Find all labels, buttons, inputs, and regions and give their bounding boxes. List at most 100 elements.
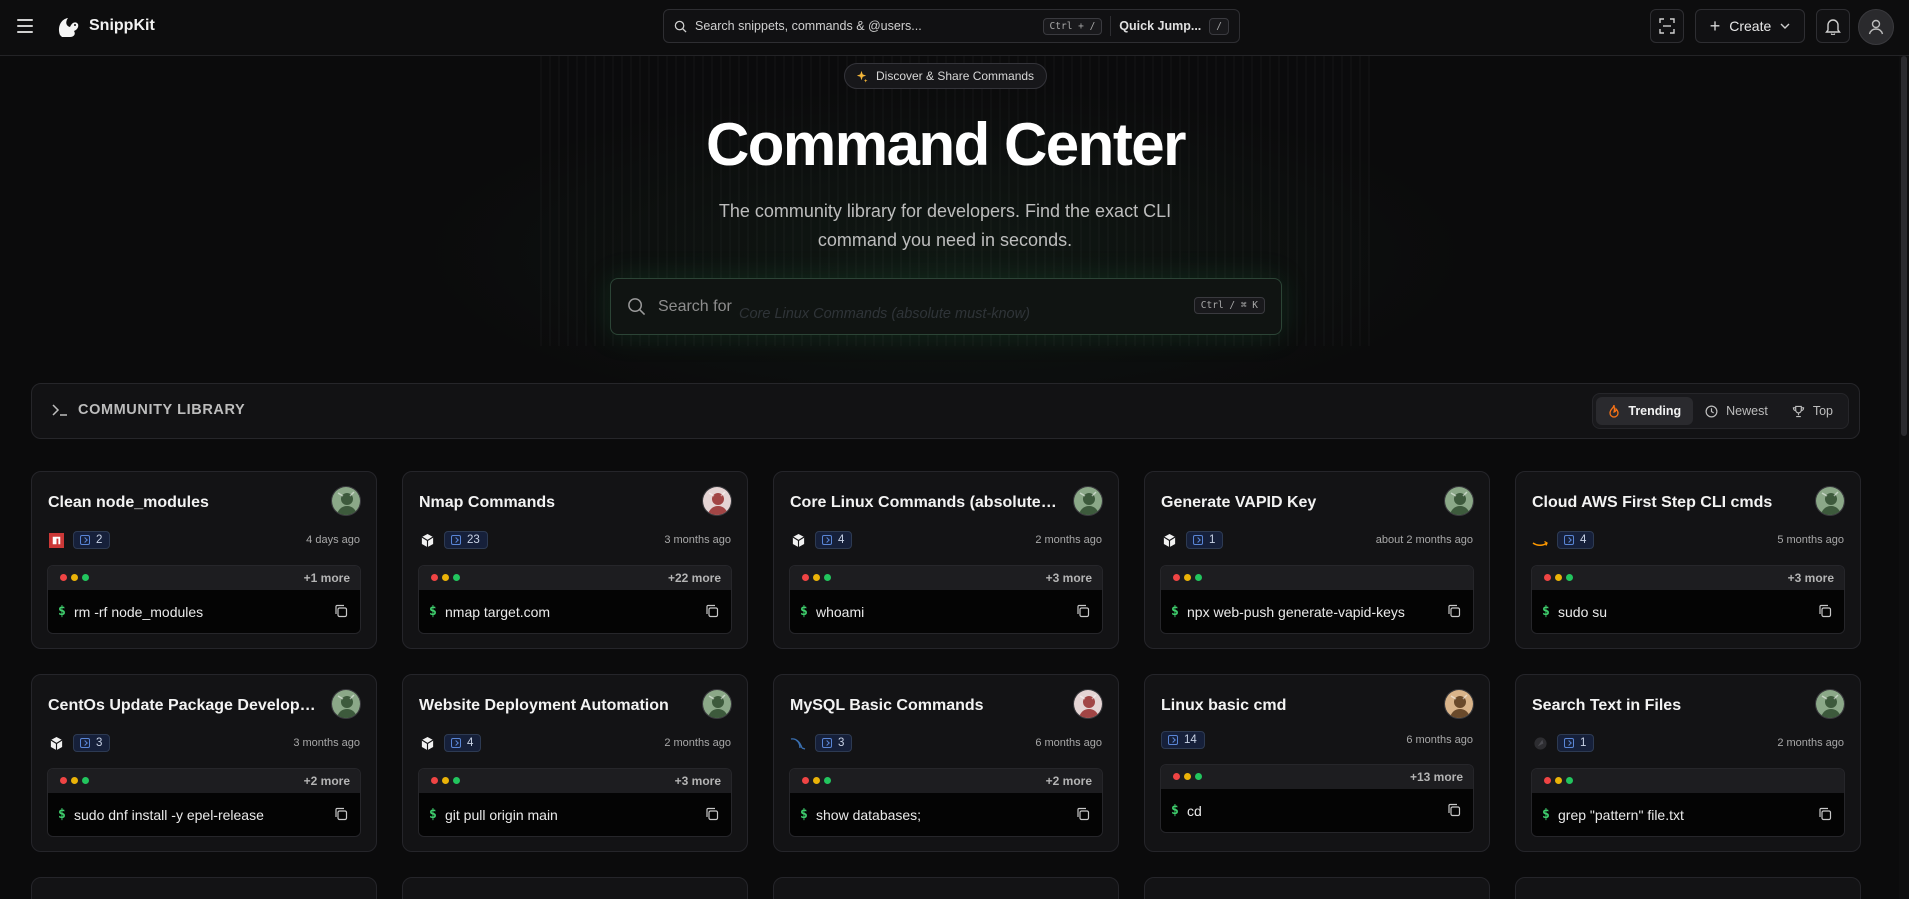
create-button[interactable]: + Create (1695, 9, 1805, 43)
author-avatar[interactable] (702, 689, 732, 719)
green-dot-icon (1195, 773, 1202, 780)
command-text: nmap target.com (445, 604, 551, 620)
snippet-card-title[interactable]: CentOs Update Package Developme... (48, 697, 318, 715)
snippet-card[interactable]: Clean node_modules 2 4 days ago +1 more … (31, 471, 377, 649)
red-dot-icon (802, 777, 809, 784)
command-text: whoami (816, 604, 865, 620)
author-avatar[interactable] (1815, 689, 1845, 719)
hero-title: Command Center (705, 111, 1187, 178)
copy-icon[interactable] (705, 604, 719, 618)
yellow-dot-icon (813, 574, 820, 581)
snippet-card-title[interactable]: Generate VAPID Key (1161, 494, 1431, 512)
command-count-badge: 4 (815, 531, 853, 549)
snippet-card[interactable]: Linux basic cmd 14 6 months ago +13 more… (1144, 674, 1490, 852)
hero-search-input[interactable]: Search for Core Linux Commands (absolute… (610, 278, 1282, 335)
snippet-card-title[interactable]: Linux basic cmd (1161, 697, 1431, 715)
terminal-titlebar: +13 more (1161, 765, 1473, 789)
yellow-dot-icon (71, 574, 78, 581)
author-avatar[interactable] (702, 486, 732, 516)
aws-icon (1532, 532, 1548, 548)
snippet-card[interactable]: MySQL Basic Commands 3 6 months ago +2 m… (773, 674, 1119, 852)
chevron-down-icon (1780, 23, 1790, 29)
snippet-card-meta: 1 (1161, 531, 1224, 549)
command-count: 2 (96, 534, 103, 546)
sort-top-button[interactable]: Top (1780, 397, 1845, 425)
command-text: rm -rf node_modules (74, 604, 204, 620)
command-count: 23 (467, 534, 480, 546)
author-avatar[interactable] (1073, 689, 1103, 719)
snippet-card[interactable]: Nmap Commands 23 3 months ago +22 more $… (402, 471, 748, 649)
community-library-bar: COMMUNITY LIBRARY Trending Newest Top (31, 383, 1860, 439)
author-avatar[interactable] (1444, 689, 1474, 719)
snippet-card[interactable]: Core Linux Commands (absolute mu... 4 2 … (773, 471, 1119, 649)
more-commands-count: +1 more (303, 571, 350, 585)
snippet-card-title[interactable]: Cloud AWS First Step CLI cmds (1532, 494, 1802, 512)
brand-logo-link[interactable]: SnippKit (55, 13, 155, 39)
window-dots (1173, 574, 1202, 581)
snippet-card[interactable]: Website Deployment Automation 4 2 months… (402, 674, 748, 852)
copy-icon[interactable] (1076, 807, 1090, 821)
snippet-card-title[interactable]: Clean node_modules (48, 494, 318, 512)
snippet-time: 6 months ago (1035, 737, 1102, 749)
snippet-card-title[interactable]: Nmap Commands (419, 494, 689, 512)
sparkles-icon (856, 70, 868, 83)
sort-newest-button[interactable]: Newest (1693, 397, 1780, 425)
snippet-card[interactable]: Generate VAPID Key 1 about 2 months ago … (1144, 471, 1490, 649)
snippet-card[interactable]: Cloud AWS First Step CLI cmds 4 5 months… (1515, 471, 1861, 649)
author-avatar[interactable] (1444, 486, 1474, 516)
dollar-prompt-icon: $ (800, 604, 808, 619)
snippet-card-meta: 2 (48, 531, 111, 549)
snippet-card-partial[interactable] (1144, 877, 1490, 899)
cube-icon (419, 532, 435, 548)
copy-icon[interactable] (1447, 604, 1461, 618)
library-title: COMMUNITY LIBRARY (78, 402, 246, 418)
snippet-card-partial[interactable] (31, 877, 377, 899)
green-dot-icon (453, 574, 460, 581)
global-search-input[interactable]: Search snippets, commands & @users... Ct… (663, 9, 1240, 43)
author-avatar[interactable] (1073, 486, 1103, 516)
quick-jump-button[interactable]: Quick Jump... (1119, 19, 1201, 33)
terminal-titlebar: +22 more (419, 566, 731, 590)
snippet-card[interactable]: Search Text in Files 1 2 months ago $ gr… (1515, 674, 1861, 852)
scrollbar-thumb[interactable] (1901, 56, 1907, 436)
hamburger-menu-icon[interactable] (14, 15, 36, 37)
window-dots (431, 574, 460, 581)
copy-icon[interactable] (705, 807, 719, 821)
red-dot-icon (802, 574, 809, 581)
snippet-card-partial[interactable] (402, 877, 748, 899)
dollar-prompt-icon: $ (1171, 803, 1179, 818)
snippet-card[interactable]: CentOs Update Package Developme... 3 3 m… (31, 674, 377, 852)
search-shortcut-badge: Ctrl + / (1042, 17, 1103, 35)
window-dots (802, 574, 831, 581)
scan-button[interactable] (1650, 9, 1684, 43)
command-count-badge: 3 (815, 734, 853, 752)
copy-icon[interactable] (1076, 604, 1090, 618)
window-dots (1544, 777, 1573, 784)
red-dot-icon (431, 574, 438, 581)
sort-toggle-group: Trending Newest Top (1592, 393, 1849, 429)
command-preview: +13 more $ cd (1160, 764, 1474, 833)
sort-trending-button[interactable]: Trending (1596, 397, 1694, 425)
author-avatar[interactable] (331, 689, 361, 719)
author-avatar[interactable] (1815, 486, 1845, 516)
snippet-card-title[interactable]: Website Deployment Automation (419, 697, 689, 715)
green-dot-icon (1566, 777, 1573, 784)
copy-icon[interactable] (334, 807, 348, 821)
notifications-button[interactable] (1816, 9, 1850, 43)
snippet-card-title[interactable]: Search Text in Files (1532, 697, 1802, 715)
snippet-card-title[interactable]: Core Linux Commands (absolute mu... (790, 494, 1060, 512)
snippet-card-partial[interactable] (1515, 877, 1861, 899)
snippet-card-partial[interactable] (773, 877, 1119, 899)
plus-icon: + (1709, 16, 1721, 36)
user-avatar-button[interactable] (1858, 9, 1894, 45)
copy-icon[interactable] (1447, 803, 1461, 817)
copy-icon[interactable] (1818, 807, 1832, 821)
more-commands-count: +3 more (674, 774, 721, 788)
author-avatar[interactable] (331, 486, 361, 516)
snippet-card-title[interactable]: MySQL Basic Commands (790, 697, 1060, 715)
copy-icon[interactable] (334, 604, 348, 618)
dollar-prompt-icon: $ (429, 604, 437, 619)
yellow-dot-icon (1555, 777, 1562, 784)
command-count: 4 (1580, 534, 1587, 546)
copy-icon[interactable] (1818, 604, 1832, 618)
